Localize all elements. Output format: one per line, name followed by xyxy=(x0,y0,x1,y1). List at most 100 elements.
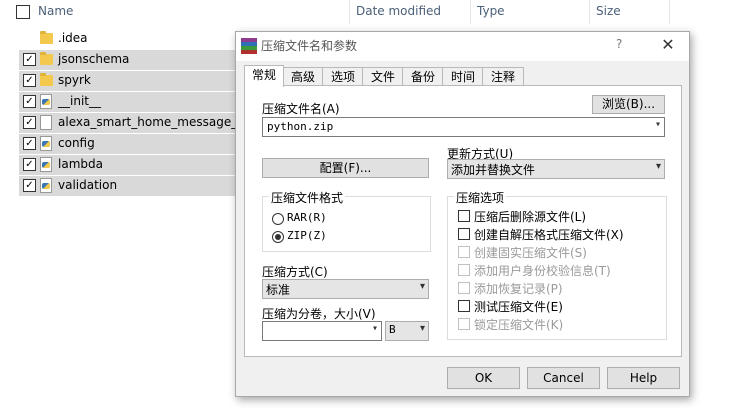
radio-button-selected[interactable] xyxy=(272,231,284,243)
file-name: __init__ xyxy=(58,94,101,108)
file-row[interactable]: ✓ config xyxy=(19,134,236,154)
tab-options[interactable]: 选项 xyxy=(322,67,364,86)
archiving-options-group: 压缩选项 压缩后删除源文件(L) 创建自解压格式压缩文件(X) 创建固实压缩文件… xyxy=(447,189,667,340)
python-file-icon xyxy=(40,178,54,193)
file-name: config xyxy=(58,136,95,150)
ok-button[interactable]: OK xyxy=(447,367,520,389)
column-divider[interactable] xyxy=(589,0,590,24)
option-label: 创建固实压缩文件(S) xyxy=(474,246,587,260)
checkbox[interactable] xyxy=(458,210,470,222)
chevron-down-icon[interactable]: ▾ xyxy=(372,323,378,334)
checkbox[interactable] xyxy=(458,228,470,240)
python-file-icon xyxy=(40,157,54,172)
select-all-checkbox[interactable] xyxy=(16,5,30,19)
row-checkbox[interactable]: ✓ xyxy=(23,95,36,108)
file-row[interactable]: ✓ jsonschema xyxy=(19,50,236,70)
column-date-modified[interactable]: Date modified xyxy=(356,4,441,18)
column-type[interactable]: Type xyxy=(477,4,505,18)
column-divider[interactable] xyxy=(470,0,471,24)
file-name: alexa_smart_home_message_sche xyxy=(58,115,266,129)
option-label: 锁定压缩文件(K) xyxy=(474,318,564,332)
archive-name-label: 压缩文件名(A) xyxy=(262,102,340,116)
help-button[interactable]: Help xyxy=(607,367,680,389)
text-file-icon xyxy=(40,115,54,130)
folder-icon xyxy=(40,73,54,87)
archive-format-group: 压缩文件格式 RAR(R) ZIP(Z) xyxy=(262,189,431,252)
column-size[interactable]: Size xyxy=(596,4,621,18)
file-row[interactable]: ✓ spyrk xyxy=(19,71,236,91)
help-title-button[interactable]: ? xyxy=(616,37,622,51)
archive-settings-dialog: 压缩文件名和参数 ? ✕ 常规 高级 选项 文件 备份 时间 注释 压缩文件名(… xyxy=(235,31,690,397)
archive-format-title: 压缩文件格式 xyxy=(269,189,346,206)
sort-up-icon: ⌃ xyxy=(178,0,186,5)
folder-icon xyxy=(40,31,54,45)
row-checkbox[interactable]: ✓ xyxy=(23,53,36,66)
row-checkbox[interactable]: ✓ xyxy=(23,74,36,87)
dialog-titlebar[interactable]: 压缩文件名和参数 ? ✕ xyxy=(236,32,689,61)
general-tab-panel: 压缩文件名(A) 浏览(B)... python.zip ▾ 更新方式(U) 配… xyxy=(244,85,682,357)
option-label: 测试压缩文件(E) xyxy=(474,300,563,314)
column-divider[interactable] xyxy=(669,0,670,24)
folder-icon xyxy=(40,52,54,66)
split-size-field[interactable]: ▾ xyxy=(262,321,382,341)
format-zip-label: ZIP(Z) xyxy=(287,229,327,242)
checkbox-disabled xyxy=(458,282,470,294)
file-row[interactable]: ✓ __init__ xyxy=(19,92,236,112)
profiles-button[interactable]: 配置(F)... xyxy=(262,158,429,178)
option-label: 压缩后删除源文件(L) xyxy=(474,210,587,224)
file-row[interactable]: ✓ alexa_smart_home_message_sche xyxy=(19,113,265,133)
option-label: 添加恢复记录(P) xyxy=(474,282,563,296)
format-rar-label: RAR(R) xyxy=(287,211,327,224)
checkbox[interactable] xyxy=(458,300,470,312)
file-row[interactable]: .idea xyxy=(19,29,236,49)
archive-name-field[interactable]: python.zip ▾ xyxy=(262,117,665,137)
file-name: lambda xyxy=(58,157,103,171)
archiving-options-title: 压缩选项 xyxy=(454,189,507,206)
checkbox-disabled xyxy=(458,246,470,258)
row-checkbox[interactable]: ✓ xyxy=(23,158,36,171)
file-row[interactable]: ✓ lambda xyxy=(19,155,236,175)
column-name[interactable]: Name xyxy=(38,4,73,18)
close-icon[interactable]: ✕ xyxy=(658,34,678,56)
row-checkbox[interactable]: ✓ xyxy=(23,116,36,129)
row-checkbox[interactable]: ✓ xyxy=(23,179,36,192)
dialog-title: 压缩文件名和参数 xyxy=(261,39,358,53)
compression-method-label: 压缩方式(C) xyxy=(262,265,328,279)
row-checkbox[interactable]: ✓ xyxy=(23,137,36,150)
update-mode-select[interactable]: 添加并替换文件 ▾ xyxy=(447,159,665,179)
tab-comment[interactable]: 注释 xyxy=(482,67,524,86)
file-name: jsonschema xyxy=(58,52,130,66)
column-header-row: Name ⌃ Date modified Type Size xyxy=(0,0,754,24)
split-volumes-label: 压缩为分卷，大小(V) xyxy=(262,307,376,321)
tab-time[interactable]: 时间 xyxy=(442,67,484,86)
radio-button[interactable] xyxy=(272,213,284,225)
python-file-icon xyxy=(40,94,54,109)
file-row[interactable]: ✓ validation xyxy=(19,176,236,196)
file-name: .idea xyxy=(58,31,88,45)
checkbox-disabled xyxy=(458,318,470,330)
chevron-down-icon: ▾ xyxy=(655,161,661,172)
chevron-down-icon: ▾ xyxy=(419,281,425,292)
chevron-down-icon: ▾ xyxy=(419,323,425,334)
column-divider[interactable] xyxy=(349,0,350,24)
split-unit-value: B xyxy=(389,323,396,336)
chevron-down-icon[interactable]: ▾ xyxy=(655,119,661,130)
tab-backup[interactable]: 备份 xyxy=(402,67,444,86)
cancel-button[interactable]: Cancel xyxy=(527,367,600,389)
checkbox-disabled xyxy=(458,264,470,276)
tab-advanced[interactable]: 高级 xyxy=(282,67,324,86)
winrar-app-icon xyxy=(241,38,257,54)
option-label: 创建自解压格式压缩文件(X) xyxy=(474,228,624,242)
file-name: spyrk xyxy=(58,73,91,87)
compression-method-value: 标准 xyxy=(266,283,291,297)
tab-general[interactable]: 常规 xyxy=(244,65,284,87)
update-mode-value: 添加并替换文件 xyxy=(451,163,536,177)
option-label: 添加用户身份校验信息(T) xyxy=(474,264,611,278)
archive-name-value: python.zip xyxy=(267,120,334,133)
browse-button[interactable]: 浏览(B)... xyxy=(592,95,665,114)
file-name: validation xyxy=(58,178,118,192)
compression-method-select[interactable]: 标准 ▾ xyxy=(262,279,429,299)
python-file-icon xyxy=(40,136,54,151)
split-unit-select[interactable]: B ▾ xyxy=(385,321,429,341)
tab-files[interactable]: 文件 xyxy=(362,67,404,86)
